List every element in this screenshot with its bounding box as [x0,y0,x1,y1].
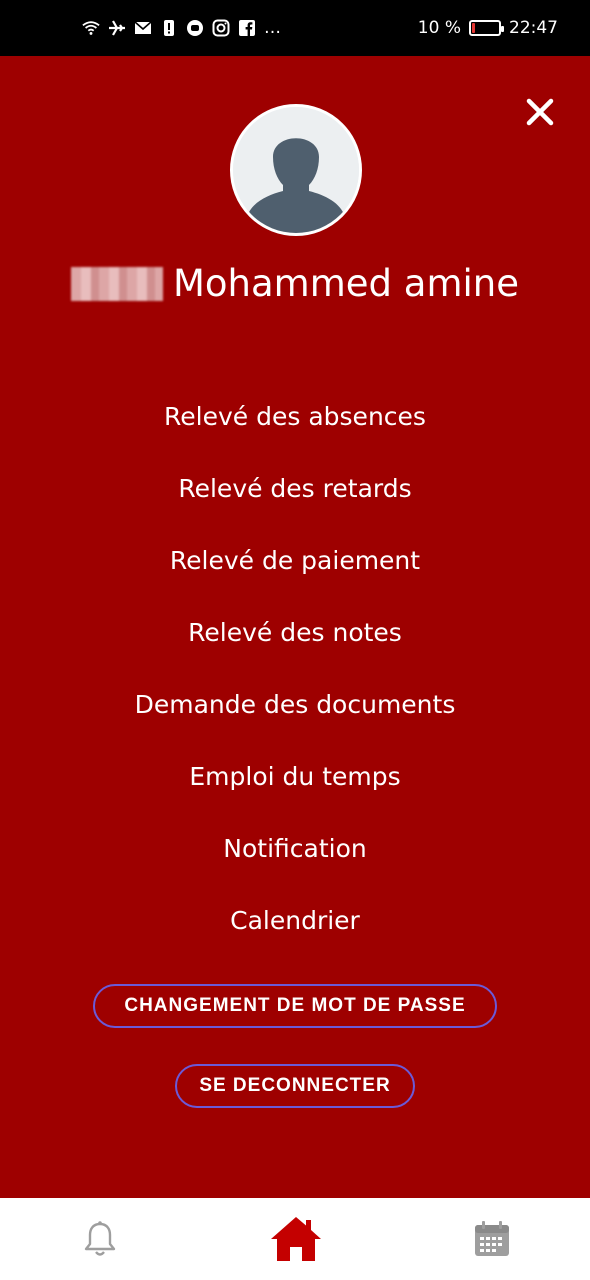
alert-icon [160,19,178,37]
menu-item-emploi-du-temps[interactable]: Emploi du temps [0,741,590,813]
nav-notifications[interactable] [80,1219,120,1259]
bottom-navigation [0,1198,590,1280]
navigation-drawer: Mohammed amine Relevé des absences Relev… [0,56,590,1198]
user-name-text: Mohammed amine [173,262,519,305]
instagram-icon [212,19,230,37]
menu-item-notes[interactable]: Relevé des notes [0,597,590,669]
app-icon [186,19,204,37]
status-icons: … [82,18,281,38]
close-icon [526,98,554,126]
status-right: 10 % 22:47 [418,18,558,38]
home-icon [271,1217,321,1261]
nav-home[interactable] [268,1211,324,1267]
menu-item-notification[interactable]: Notification [0,813,590,885]
menu-item-absences[interactable]: Relevé des absences [0,381,590,453]
status-bar: … 10 % 22:47 [0,0,590,56]
user-name: Mohammed amine [0,262,590,305]
close-button[interactable] [524,96,556,128]
user-silhouette-icon [233,107,359,233]
facebook-icon [238,19,256,37]
wifi-icon [82,19,100,37]
mail-icon [134,19,152,37]
calendar-icon [475,1221,509,1256]
bell-icon [84,1221,116,1256]
menu-item-documents[interactable]: Demande des documents [0,669,590,741]
menu-item-calendrier[interactable]: Calendrier [0,885,590,957]
airplane-icon [108,19,126,37]
battery-icon [469,20,504,36]
avatar [230,104,362,236]
menu-item-retards[interactable]: Relevé des retards [0,453,590,525]
redacted-name [71,266,163,301]
menu-item-paiement[interactable]: Relevé de paiement [0,525,590,597]
logout-button[interactable]: SE DECONNECTER [175,1064,415,1108]
drawer-menu: Relevé des absences Relevé des retards R… [0,381,590,957]
clock: 22:47 [509,18,558,38]
nav-calendar[interactable] [472,1219,512,1259]
battery-level [472,23,475,33]
change-password-button[interactable]: CHANGEMENT DE MOT DE PASSE [93,984,497,1028]
more-indicator: … [264,18,281,38]
battery-percent: 10 % [417,18,461,38]
